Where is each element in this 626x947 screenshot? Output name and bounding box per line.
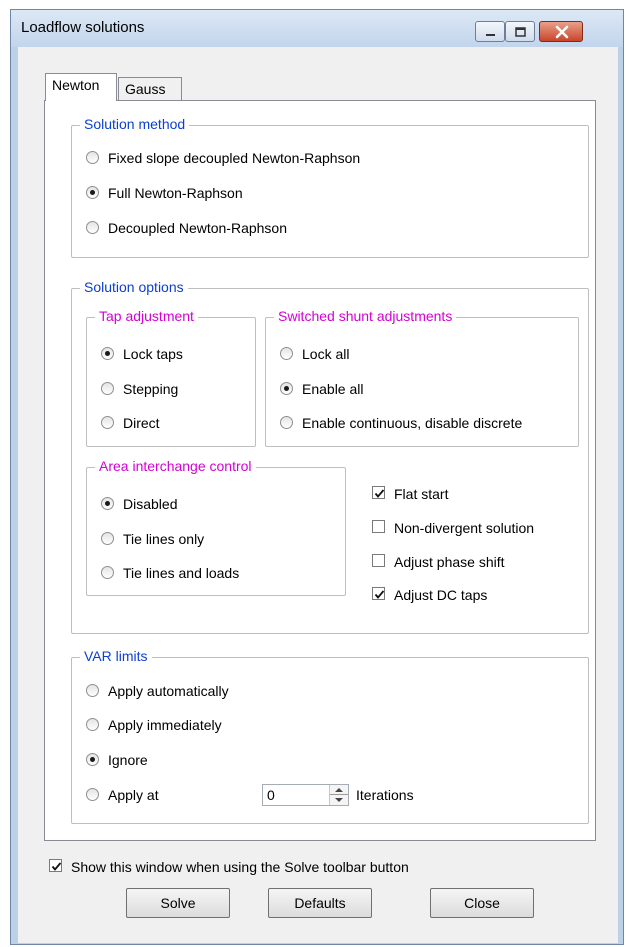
spin-arrows[interactable] — [329, 785, 348, 805]
solution-options-title: Solution options — [80, 279, 188, 295]
tab-gauss-label: Gauss — [125, 81, 166, 97]
radio-button — [86, 684, 99, 697]
checkbox-box — [49, 859, 62, 872]
tab-newton-label: Newton — [52, 77, 100, 93]
radio-button — [280, 382, 293, 395]
radio-label: Apply immediately — [108, 717, 222, 733]
defaults-button[interactable]: Defaults — [268, 888, 372, 918]
radio-button — [101, 416, 114, 429]
minimize-button[interactable] — [475, 21, 505, 42]
checkbox-box — [372, 587, 385, 600]
radio-button — [101, 347, 114, 360]
var-limits-group: VAR limits Apply automatically Apply imm… — [71, 648, 589, 824]
tab-newton[interactable]: Newton — [45, 73, 117, 101]
radio-button — [86, 221, 99, 234]
radio-button — [280, 347, 293, 360]
radio-button — [86, 151, 99, 164]
checkbox-label: Adjust DC taps — [394, 587, 488, 603]
radio-label: Stepping — [123, 381, 179, 397]
radio-label: Enable all — [302, 381, 364, 397]
radio-label: Tie lines and loads — [123, 565, 240, 581]
checkmark-icon — [51, 862, 62, 871]
checkbox-label: Flat start — [394, 486, 449, 502]
solution-options-group: Solution options Tap adjustment Lock tap… — [71, 279, 589, 634]
radio-label: Full Newton-Raphson — [108, 185, 243, 201]
radio-label: Disabled — [123, 496, 178, 512]
dialog-client-area: Gauss Newton Solution method Fixed slope… — [18, 47, 618, 943]
area-interchange-title: Area interchange control — [95, 458, 256, 474]
checkbox-box — [372, 520, 385, 533]
radio-button — [280, 416, 293, 429]
radio-button — [101, 497, 114, 510]
window-title: Loadflow solutions — [21, 19, 145, 36]
radio-label: Direct — [123, 415, 160, 431]
var-limits-title: VAR limits — [80, 648, 152, 664]
radio-button — [101, 532, 114, 545]
solution-method-title: Solution method — [80, 116, 190, 132]
solution-method-group: Solution method Fixed slope decoupled Ne… — [71, 116, 589, 258]
tap-adjustment-title: Tap adjustment — [95, 308, 198, 324]
area-interchange-group: Area interchange control Disabled Tie li… — [86, 458, 346, 596]
checkbox-label: Show this window when using the Solve to… — [71, 859, 409, 875]
iterations-spinbox[interactable]: 0 — [262, 784, 349, 806]
checkbox-box — [372, 554, 385, 567]
spin-divider — [330, 794, 348, 795]
radio-label: Apply automatically — [108, 683, 229, 699]
radio-label: Tie lines only — [123, 531, 205, 547]
radio-label: Lock taps — [123, 346, 183, 362]
loadflow-window: Loadflow solutions Gauss Newton Solution… — [10, 9, 624, 945]
checkmark-icon — [374, 590, 385, 599]
checkbox-box — [372, 486, 385, 499]
iterations-row: 0 Iterations — [86, 784, 414, 806]
title-bar[interactable]: Loadflow solutions — [11, 10, 623, 47]
switched-shunt-group: Switched shunt adjustments Lock all Enab… — [265, 308, 579, 447]
radio-button — [86, 718, 99, 731]
tab-gauss[interactable]: Gauss — [118, 77, 182, 101]
radio-label: Lock all — [302, 346, 350, 362]
checkbox-label: Non-divergent solution — [394, 520, 535, 536]
checkbox-label: Adjust phase shift — [394, 554, 505, 570]
maximize-button[interactable] — [505, 21, 535, 42]
maximize-icon — [515, 27, 526, 37]
radio-label: Ignore — [108, 752, 148, 768]
tap-adjustment-group: Tap adjustment Lock taps Stepping Direct — [86, 308, 256, 447]
iterations-label: Iterations — [356, 787, 414, 803]
solve-button[interactable]: Solve — [126, 888, 230, 918]
radio-button — [86, 186, 99, 199]
minimize-icon — [486, 34, 495, 36]
iterations-value: 0 — [267, 787, 275, 803]
radio-label: Fixed slope decoupled Newton-Raphson — [108, 150, 361, 166]
close-icon — [555, 25, 569, 39]
spin-arrows-icon — [335, 788, 343, 802]
radio-button — [101, 382, 114, 395]
radio-button — [101, 566, 114, 579]
radio-label: Enable continuous, disable discrete — [302, 415, 523, 431]
close-window-button[interactable] — [539, 21, 583, 42]
checkmark-icon — [374, 489, 385, 498]
newton-tab-panel: Solution method Fixed slope decoupled Ne… — [44, 100, 596, 841]
switched-shunt-title: Switched shunt adjustments — [274, 308, 457, 324]
radio-button — [86, 753, 99, 766]
close-button[interactable]: Close — [430, 888, 534, 918]
radio-label: Decoupled Newton-Raphson — [108, 220, 287, 236]
